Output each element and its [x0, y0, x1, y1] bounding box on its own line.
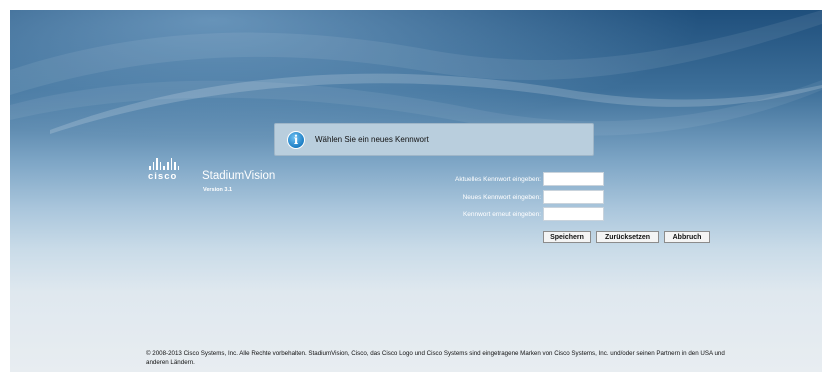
confirm-password-row: Kennwort erneut eingeben: — [343, 207, 604, 221]
cisco-logo-bars — [149, 158, 180, 170]
current-password-row: Aktuelles Kennwort eingeben: — [343, 172, 604, 186]
cancel-button[interactable]: Abbruch — [664, 231, 710, 243]
new-password-field[interactable] — [543, 190, 604, 204]
confirm-password-label: Kennwort erneut eingeben: — [462, 210, 541, 218]
product-name: StadiumVision — [202, 170, 276, 182]
info-notice: i Wählen Sie ein neues Kennwort — [274, 123, 594, 156]
new-password-label: Neues Kennwort eingeben: — [462, 193, 541, 201]
new-password-row: Neues Kennwort eingeben: — [343, 190, 604, 204]
confirm-password-field[interactable] — [543, 207, 604, 221]
reset-button[interactable]: Zurücksetzen — [596, 231, 659, 243]
login-background: i Wählen Sie ein neues Kennwort cisco St… — [10, 10, 822, 372]
info-icon: i — [287, 130, 305, 149]
current-password-label: Aktuelles Kennwort eingeben: — [454, 175, 541, 183]
copyright-footer: © 2008-2013 Cisco Systems, Inc. Alle Rec… — [146, 350, 725, 366]
notice-message: Wählen Sie ein neues Kennwort — [315, 135, 429, 144]
cisco-logo: cisco — [148, 158, 180, 182]
cisco-wordmark: cisco — [148, 171, 178, 182]
current-password-field[interactable] — [543, 172, 604, 186]
product-version: Version 3.1 — [203, 187, 233, 193]
save-button[interactable]: Speichern — [543, 231, 591, 243]
